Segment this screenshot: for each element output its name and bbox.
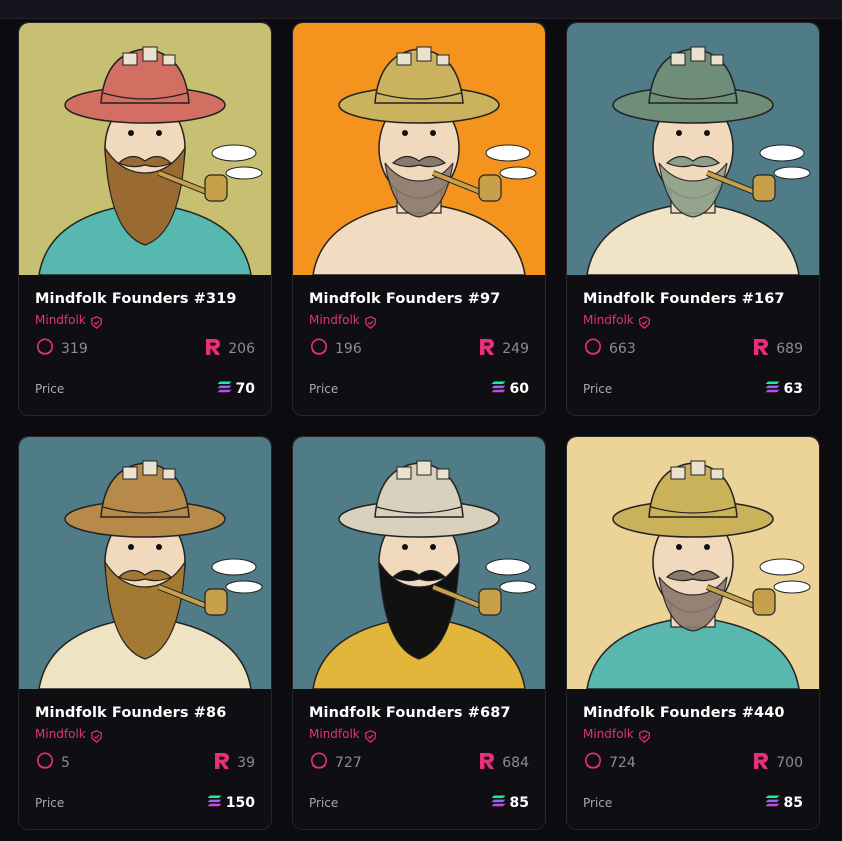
solana-icon	[765, 381, 780, 397]
rank-value: 39	[237, 755, 255, 771]
collection-link[interactable]: Mindfolk	[309, 727, 360, 741]
rank-icon	[213, 752, 231, 774]
nft-thumbnail[interactable]	[19, 23, 271, 275]
rarity-icon	[583, 751, 603, 775]
rarity-value: 727	[335, 755, 362, 771]
rarity-value: 196	[335, 341, 362, 357]
nft-thumbnail[interactable]	[567, 23, 819, 275]
nft-card[interactable]: Mindfolk Founders #319 Mindfolk 319 206 …	[18, 22, 272, 416]
nft-artwork	[293, 437, 545, 689]
price-label: Price	[583, 382, 613, 396]
verified-badge-icon	[638, 314, 651, 329]
collection-link[interactable]: Mindfolk	[35, 313, 86, 327]
solana-icon	[491, 795, 506, 811]
price-label: Price	[35, 382, 65, 396]
solana-icon	[491, 381, 506, 397]
nft-card[interactable]: Mindfolk Founders #167 Mindfolk 663 689 …	[566, 22, 820, 416]
nft-title[interactable]: Mindfolk Founders #440	[583, 705, 803, 721]
nft-grid: Mindfolk Founders #319 Mindfolk 319 206 …	[18, 22, 820, 830]
price-label: Price	[309, 796, 339, 810]
price-value: 60	[509, 381, 529, 397]
rank-value: 249	[502, 341, 529, 357]
rank-icon	[478, 338, 496, 360]
rank-value: 206	[228, 341, 255, 357]
verified-badge-icon	[90, 314, 103, 329]
rarity-value: 319	[61, 341, 88, 357]
collection-link[interactable]: Mindfolk	[35, 727, 86, 741]
rarity-icon	[583, 337, 603, 361]
nft-artwork	[567, 23, 819, 275]
solana-icon	[207, 795, 222, 811]
solana-icon	[765, 795, 780, 811]
nft-artwork	[293, 23, 545, 275]
collection-link[interactable]: Mindfolk	[583, 727, 634, 741]
rarity-value: 724	[609, 755, 636, 771]
nft-artwork	[19, 437, 271, 689]
nft-thumbnail[interactable]	[19, 437, 271, 689]
verified-badge-icon	[90, 728, 103, 743]
nft-title[interactable]: Mindfolk Founders #319	[35, 291, 255, 307]
price-value: 150	[225, 795, 255, 811]
rank-icon	[752, 338, 770, 360]
rank-value: 700	[776, 755, 803, 771]
rarity-icon	[35, 337, 55, 361]
top-bar	[0, 0, 842, 19]
solana-icon	[217, 381, 232, 397]
nft-card[interactable]: Mindfolk Founders #97 Mindfolk 196 249 P…	[292, 22, 546, 416]
price-label: Price	[583, 796, 613, 810]
nft-card[interactable]: Mindfolk Founders #687 Mindfolk 727 684 …	[292, 436, 546, 830]
nft-artwork	[19, 23, 271, 275]
nft-card[interactable]: Mindfolk Founders #440 Mindfolk 724 700 …	[566, 436, 820, 830]
nft-thumbnail[interactable]	[293, 23, 545, 275]
collection-link[interactable]: Mindfolk	[309, 313, 360, 327]
nft-thumbnail[interactable]	[293, 437, 545, 689]
verified-badge-icon	[364, 728, 377, 743]
rank-icon	[204, 338, 222, 360]
nft-title[interactable]: Mindfolk Founders #687	[309, 705, 529, 721]
nft-title[interactable]: Mindfolk Founders #97	[309, 291, 529, 307]
price-value: 85	[509, 795, 529, 811]
rank-value: 684	[502, 755, 529, 771]
rarity-value: 663	[609, 341, 636, 357]
verified-badge-icon	[638, 728, 651, 743]
nft-title[interactable]: Mindfolk Founders #86	[35, 705, 255, 721]
price-label: Price	[309, 382, 339, 396]
price-label: Price	[35, 796, 65, 810]
rank-icon	[478, 752, 496, 774]
nft-card[interactable]: Mindfolk Founders #86 Mindfolk 5 39 Pric…	[18, 436, 272, 830]
collection-link[interactable]: Mindfolk	[583, 313, 634, 327]
rarity-icon	[35, 751, 55, 775]
price-value: 70	[235, 381, 255, 397]
price-value: 63	[783, 381, 803, 397]
rank-value: 689	[776, 341, 803, 357]
price-value: 85	[783, 795, 803, 811]
verified-badge-icon	[364, 314, 377, 329]
nft-artwork	[567, 437, 819, 689]
rarity-icon	[309, 751, 329, 775]
nft-title[interactable]: Mindfolk Founders #167	[583, 291, 803, 307]
rarity-icon	[309, 337, 329, 361]
rarity-value: 5	[61, 755, 70, 771]
nft-thumbnail[interactable]	[567, 437, 819, 689]
rank-icon	[752, 752, 770, 774]
